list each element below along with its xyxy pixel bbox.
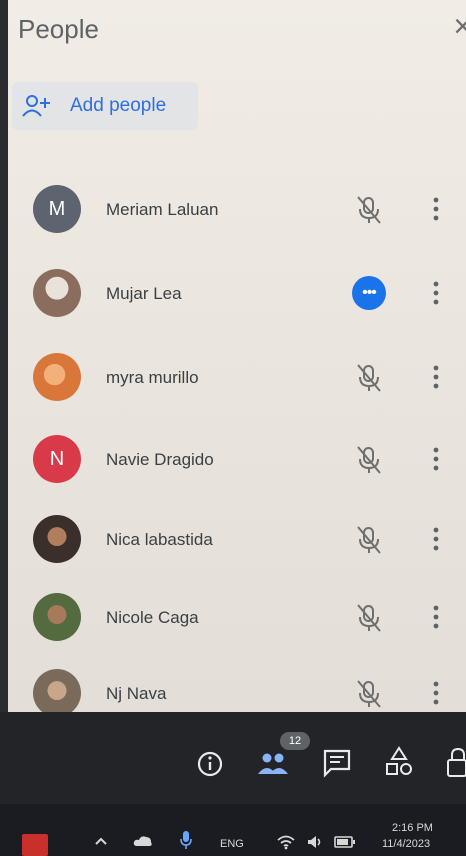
participant-row[interactable]: N Navie Dragido (8, 428, 466, 498)
more-options-icon[interactable]: ••• (352, 276, 386, 310)
add-people-button[interactable]: Add people (12, 82, 198, 130)
meeting-toolbar: 12 (0, 712, 466, 804)
os-taskbar: ENG 2:16 PM 11/4/2023 (0, 804, 466, 856)
avatar (33, 269, 81, 317)
participant-row[interactable]: Mujar Lea ••• (8, 262, 466, 332)
avatar (33, 669, 81, 712)
participant-row[interactable]: M Meriam Laluan (8, 178, 466, 248)
add-person-icon (22, 95, 50, 117)
participant-name: Nica labastida (106, 530, 213, 549)
microphone-icon[interactable] (180, 830, 192, 850)
battery-icon[interactable] (334, 835, 356, 849)
participant-name: Navie Dragido (106, 450, 214, 469)
participant-name: Mujar Lea (106, 284, 182, 303)
lock-icon[interactable] (446, 746, 466, 778)
participant-row[interactable]: myra murillo (8, 346, 466, 416)
wifi-icon[interactable] (276, 834, 296, 850)
mic-off-icon (357, 604, 381, 632)
clock-time[interactable]: 2:16 PM (392, 822, 433, 834)
mic-off-icon (357, 526, 381, 554)
more-vert-icon[interactable] (432, 680, 440, 706)
people-count-badge: 12 (280, 732, 310, 750)
more-vert-icon[interactable] (432, 280, 440, 306)
avatar (33, 353, 81, 401)
participant-row[interactable]: Nicole Caga (8, 586, 466, 656)
participant-name: Nicole Caga (106, 608, 199, 627)
clock-date[interactable]: 11/4/2023 (382, 838, 430, 850)
avatar-initial: N (49, 447, 65, 470)
chat-icon[interactable] (322, 748, 352, 778)
app-icon[interactable] (22, 834, 48, 856)
activities-icon[interactable] (384, 746, 414, 778)
chevron-up-icon[interactable] (94, 836, 108, 846)
participant-name: Nj Nava (106, 684, 167, 703)
avatar (33, 593, 81, 641)
more-vert-icon[interactable] (432, 196, 440, 222)
more-vert-icon[interactable] (432, 604, 440, 630)
participant-name: Meriam Laluan (106, 200, 219, 219)
avatar-initial: M (48, 197, 66, 220)
people-panel: People × Add people M Meriam Laluan Muja… (8, 0, 466, 712)
avatar: N (33, 435, 81, 483)
participant-row[interactable]: Nica labastida (8, 508, 466, 578)
mic-off-icon (357, 196, 381, 224)
panel-title: People (18, 14, 99, 44)
mic-off-icon (357, 364, 381, 392)
info-icon[interactable] (196, 750, 224, 778)
people-icon[interactable] (256, 750, 290, 778)
add-people-label: Add people (70, 95, 167, 116)
participant-name: myra murillo (106, 368, 199, 387)
more-vert-icon[interactable] (432, 446, 440, 472)
close-button[interactable]: × (453, 8, 466, 45)
speaker-icon[interactable] (306, 834, 324, 850)
participant-row[interactable]: Nj Nava (8, 662, 466, 712)
more-vert-icon[interactable] (432, 364, 440, 390)
more-vert-icon[interactable] (432, 526, 440, 552)
mic-off-icon (357, 680, 381, 708)
cloud-icon[interactable] (132, 834, 154, 848)
avatar (33, 515, 81, 563)
mic-off-icon (357, 446, 381, 474)
avatar: M (33, 185, 81, 233)
language-indicator[interactable]: ENG (220, 838, 244, 850)
